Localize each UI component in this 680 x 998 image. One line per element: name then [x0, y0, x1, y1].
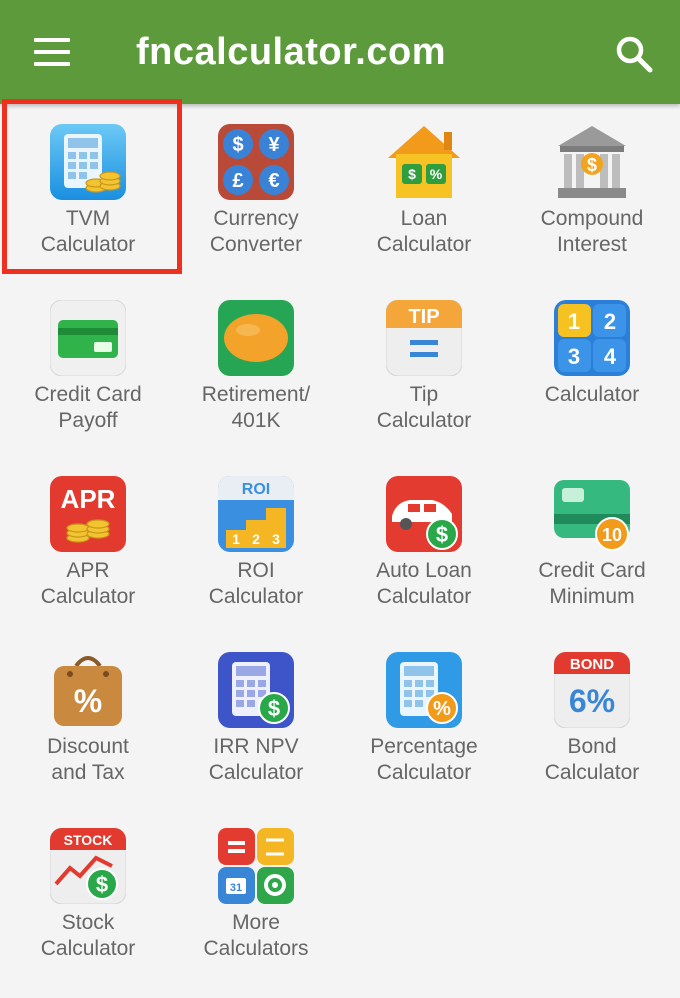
tile-label: More Calculators — [203, 911, 309, 960]
tile-calculator[interactable]: 1 2 3 4 Calculator — [508, 280, 676, 456]
credit-card-icon — [50, 300, 126, 376]
hamburger-menu-icon[interactable] — [34, 38, 70, 66]
tile-label: Calculator — [544, 383, 640, 406]
euro-glyph: € — [268, 170, 279, 192]
irr-npv-calculator-icon: $ — [218, 652, 294, 728]
roi-chart-icon: ROI 1 2 3 — [218, 476, 294, 552]
tile-label: TVM Calculator — [40, 207, 136, 256]
tile-label: Auto Loan Calculator — [376, 559, 472, 608]
digit-glyph: 1 — [568, 309, 580, 334]
step-glyph: 3 — [272, 531, 280, 547]
tile-discount-and-tax[interactable]: % Discount and Tax — [4, 632, 172, 808]
digit-glyph: 2 — [604, 309, 616, 334]
tile-label: Bond Calculator — [544, 735, 640, 784]
tile-label: Percentage Calculator — [370, 735, 478, 784]
bond-glyph: BOND — [570, 656, 614, 673]
app-title: fncalculator.com — [136, 31, 446, 73]
dollar-glyph: $ — [96, 872, 108, 897]
percentage-calculator-icon: % — [386, 652, 462, 728]
tile-tvm-calculator[interactable]: TVM Calculator — [4, 104, 172, 280]
percent-glyph: % — [433, 698, 451, 720]
step-glyph: 1 — [232, 531, 240, 547]
dollar-glyph: $ — [587, 155, 597, 175]
roi-glyph: ROI — [242, 481, 270, 498]
tile-label: APR Calculator — [40, 559, 136, 608]
tile-label: Discount and Tax — [47, 735, 129, 784]
percent-glyph: % — [74, 683, 102, 719]
tile-label: ROI Calculator — [208, 559, 304, 608]
step-glyph: 2 — [252, 531, 260, 547]
dollar-glyph: $ — [232, 134, 243, 156]
tile-label: Loan Calculator — [376, 207, 472, 256]
tip-calculator-icon: TIP — [386, 300, 462, 376]
tile-label: Retirement/401K — [201, 383, 311, 432]
tile-irr-npv-calculator[interactable]: $ IRR NPV Calculator — [172, 632, 340, 808]
tile-currency-converter[interactable]: $ ¥ £ € Currency Converter — [172, 104, 340, 280]
tile-compound-interest[interactable]: $ Compound Interest — [508, 104, 676, 280]
apr-calculator-icon: APR — [50, 476, 126, 552]
tile-label: Compound Interest — [540, 207, 644, 256]
dollar-glyph: $ — [436, 522, 448, 547]
digit-glyph: 3 — [568, 344, 580, 369]
tile-label: Credit Card Minimum — [538, 559, 646, 608]
calendar-glyph: 31 — [230, 882, 242, 894]
tip-glyph: TIP — [408, 306, 439, 328]
percent-glyph: % — [430, 166, 443, 182]
tile-retirement-401k[interactable]: Retirement/401K — [172, 280, 340, 456]
rate-glyph: 6% — [569, 683, 615, 719]
app-bar: fncalculator.com — [0, 0, 680, 104]
search-icon[interactable] — [614, 34, 654, 74]
tile-label: IRR NPV Calculator — [208, 735, 304, 784]
tile-tip-calculator[interactable]: TIP Tip Calculator — [340, 280, 508, 456]
tile-loan-calculator[interactable]: $ % Loan Calculator — [340, 104, 508, 280]
bank-building-icon: $ — [558, 126, 626, 198]
loan-house-icon: $ % — [388, 126, 460, 198]
bond-calendar-icon: BOND 6% — [554, 652, 630, 728]
tile-credit-card-minimum[interactable]: 10 Credit Card Minimum — [508, 456, 676, 632]
dollar-glyph: $ — [268, 696, 280, 721]
pound-glyph: £ — [232, 170, 243, 192]
tile-bond-calculator[interactable]: BOND 6% Bond Calculator — [508, 632, 676, 808]
digit-glyph: 4 — [604, 344, 617, 369]
apr-glyph: APR — [61, 484, 116, 514]
tile-label: Tip Calculator — [376, 383, 472, 432]
basic-calculator-icon: 1 2 3 4 — [554, 300, 630, 376]
tile-percentage-calculator[interactable]: % Percentage Calculator — [340, 632, 508, 808]
more-calculators-icon: 31 — [218, 828, 294, 904]
dollar-glyph: $ — [408, 166, 416, 182]
car-loan-icon: $ — [386, 476, 462, 552]
tile-stock-calculator[interactable]: STOCK $ Stock Calculator — [4, 808, 172, 984]
discount-bag-icon: % — [54, 656, 122, 726]
tile-more-calculators[interactable]: 31 More Calculators — [172, 808, 340, 984]
tile-roi-calculator[interactable]: ROI 1 2 3 ROI Calculator — [172, 456, 340, 632]
credit-card-minimum-icon: 10 — [554, 480, 630, 551]
tile-credit-card-payoff[interactable]: Credit Card Payoff — [4, 280, 172, 456]
retirement-nest-egg-icon — [218, 300, 294, 376]
stock-glyph: STOCK — [64, 832, 113, 848]
tile-apr-calculator[interactable]: APR APR Calculator — [4, 456, 172, 632]
tile-label: Stock Calculator — [40, 911, 136, 960]
currency-converter-icon: $ ¥ £ € — [218, 124, 294, 200]
tile-auto-loan-calculator[interactable]: $ Auto Loan Calculator — [340, 456, 508, 632]
stock-chart-icon: STOCK $ — [50, 828, 126, 904]
number-glyph: 10 — [602, 525, 622, 545]
tile-label: Credit Card Payoff — [34, 383, 142, 432]
yen-glyph: ¥ — [268, 134, 280, 156]
tile-label: Currency Converter — [209, 207, 303, 256]
tvm-calculator-icon — [50, 124, 126, 200]
